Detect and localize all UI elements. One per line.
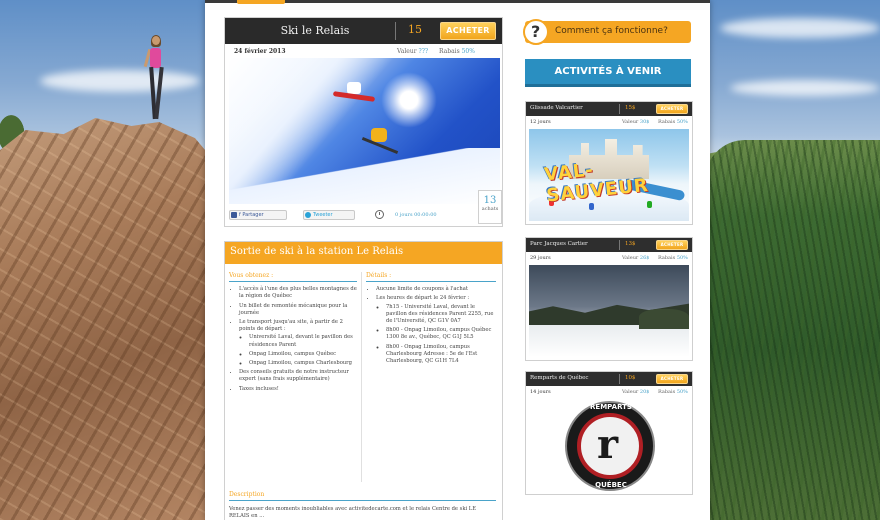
activity-image <box>529 265 689 357</box>
clock-icon <box>375 210 384 219</box>
activity-buy-button[interactable]: ACHETER <box>656 104 688 114</box>
deal-description-card: Sortie de ski à la station Le Relais Vou… <box>224 241 503 520</box>
activity-card-jacques-cartier[interactable]: Parc Jacques Cartier 13$ ACHETER 29 jour… <box>525 237 693 361</box>
featured-title: Ski le Relais <box>280 24 350 37</box>
upcoming-activities-header: ACTIVITÉS À VENIR <box>525 59 691 87</box>
sold-count: 13 <box>483 195 497 206</box>
list-item: Un billet de remontée mécanique pour la … <box>239 303 357 317</box>
what-you-get-heading: Vous obtenez : <box>229 272 357 283</box>
facebook-share-button[interactable]: f Partager <box>229 210 287 220</box>
description-text: Venez passer des moments inoubliables av… <box>229 506 476 520</box>
twitter-icon <box>305 212 311 218</box>
details-heading: Détails : <box>366 272 496 283</box>
activity-price: 13$ <box>625 241 636 247</box>
list-item: Taxes incluses! <box>239 386 357 393</box>
list-item: Des conseils gratuits de notre instructe… <box>239 369 357 383</box>
activity-card-valcartier[interactable]: Glissade Valcartier 15$ ACHETER 12 jours… <box>525 101 693 225</box>
top-tab-marker <box>237 0 285 4</box>
twitter-share-button[interactable]: Tweeter <box>303 210 355 220</box>
share-bar: f Partager Tweeter 0 jours 00:00:00 <box>229 208 475 222</box>
activity-days: 29 jours <box>530 255 551 261</box>
activity-price: 15$ <box>625 105 636 111</box>
featured-deal-card: Ski le Relais 15 ACHETER 24 février 2013… <box>224 17 503 227</box>
activity-name: Parc Jacques Cartier <box>530 241 588 247</box>
what-you-get-column: Vous obtenez : L'accès à l'une des plus … <box>229 272 357 395</box>
list-item: Onpag Limoilou, campus Québec <box>249 351 357 358</box>
list-item: 7h15 - Université Laval, devant le pavil… <box>386 304 496 326</box>
list-item: Université Laval, devant le pavillon des… <box>249 334 357 348</box>
skier-figure <box>361 128 401 155</box>
list-item: L'accès à l'une des plus belles montagne… <box>239 286 357 300</box>
activity-card-remparts[interactable]: Remparts de Québec 10$ ACHETER 14 jours … <box>525 371 693 495</box>
list-item: Les heures de départ le 24 février : 7h1… <box>376 295 496 365</box>
activity-buy-button[interactable]: ACHETER <box>656 240 688 250</box>
featured-photo <box>229 58 500 204</box>
how-it-works-button[interactable]: ? Comment ça fonctionne? <box>523 19 691 45</box>
main-page: Ski le Relais 15 ACHETER 24 février 2013… <box>205 0 710 520</box>
featured-value: ??? <box>418 48 429 55</box>
hiker-figure <box>143 35 166 122</box>
activity-name: Remparts de Québec <box>530 375 589 381</box>
details-column: Détails : Aucune limite de coupons à l'a… <box>366 272 496 367</box>
featured-price: 15 <box>408 23 422 36</box>
cliff-rock <box>0 118 212 520</box>
sold-count-box: 13 achats <box>478 190 502 224</box>
featured-header: Ski le Relais 15 ACHETER <box>225 18 502 44</box>
question-icon: ? <box>523 19 549 45</box>
activity-days: 12 jours <box>530 119 551 125</box>
featured-date: 24 février 2013 <box>234 48 286 55</box>
snowboarder-figure <box>332 82 376 102</box>
time-remaining: 0 jours 00:00:00 <box>395 212 437 218</box>
remparts-logo: REMPARTS r QUÉBEC <box>565 401 655 491</box>
facebook-icon <box>231 212 237 218</box>
activity-name: Glissade Valcartier <box>530 105 583 111</box>
list-item: Aucune limite de coupons à l'achat <box>376 286 496 293</box>
activity-image: VAL-SAUVEUR <box>529 129 689 221</box>
description-title: Sortie de ski à la station Le Relais <box>230 246 404 257</box>
buy-button[interactable]: ACHETER <box>440 22 496 40</box>
list-item: 8h00 - Onpag Limoilou, campus Québec 130… <box>386 327 496 341</box>
featured-meta: 24 février 2013 Valeur ??? Rabais 50% <box>234 48 475 55</box>
list-item: 8h00 - Onpag Limoilou, campus Charlesbou… <box>386 344 496 366</box>
forest-hill <box>705 140 880 520</box>
activity-price: 10$ <box>625 375 636 381</box>
description-heading: Description <box>229 491 496 501</box>
activity-image: REMPARTS r QUÉBEC <box>529 399 689 491</box>
list-item: Le transport jusqu'au site, à partir de … <box>239 319 357 367</box>
how-it-works-label: Comment ça fonctionne? <box>555 26 668 36</box>
activity-buy-button[interactable]: ACHETER <box>656 374 688 384</box>
featured-discount: 50% <box>461 48 475 55</box>
list-item: Onpag Limoilou, campus Charlesbourg <box>249 360 357 367</box>
activity-days: 14 jours <box>530 389 551 395</box>
sold-label: achats <box>481 206 499 212</box>
